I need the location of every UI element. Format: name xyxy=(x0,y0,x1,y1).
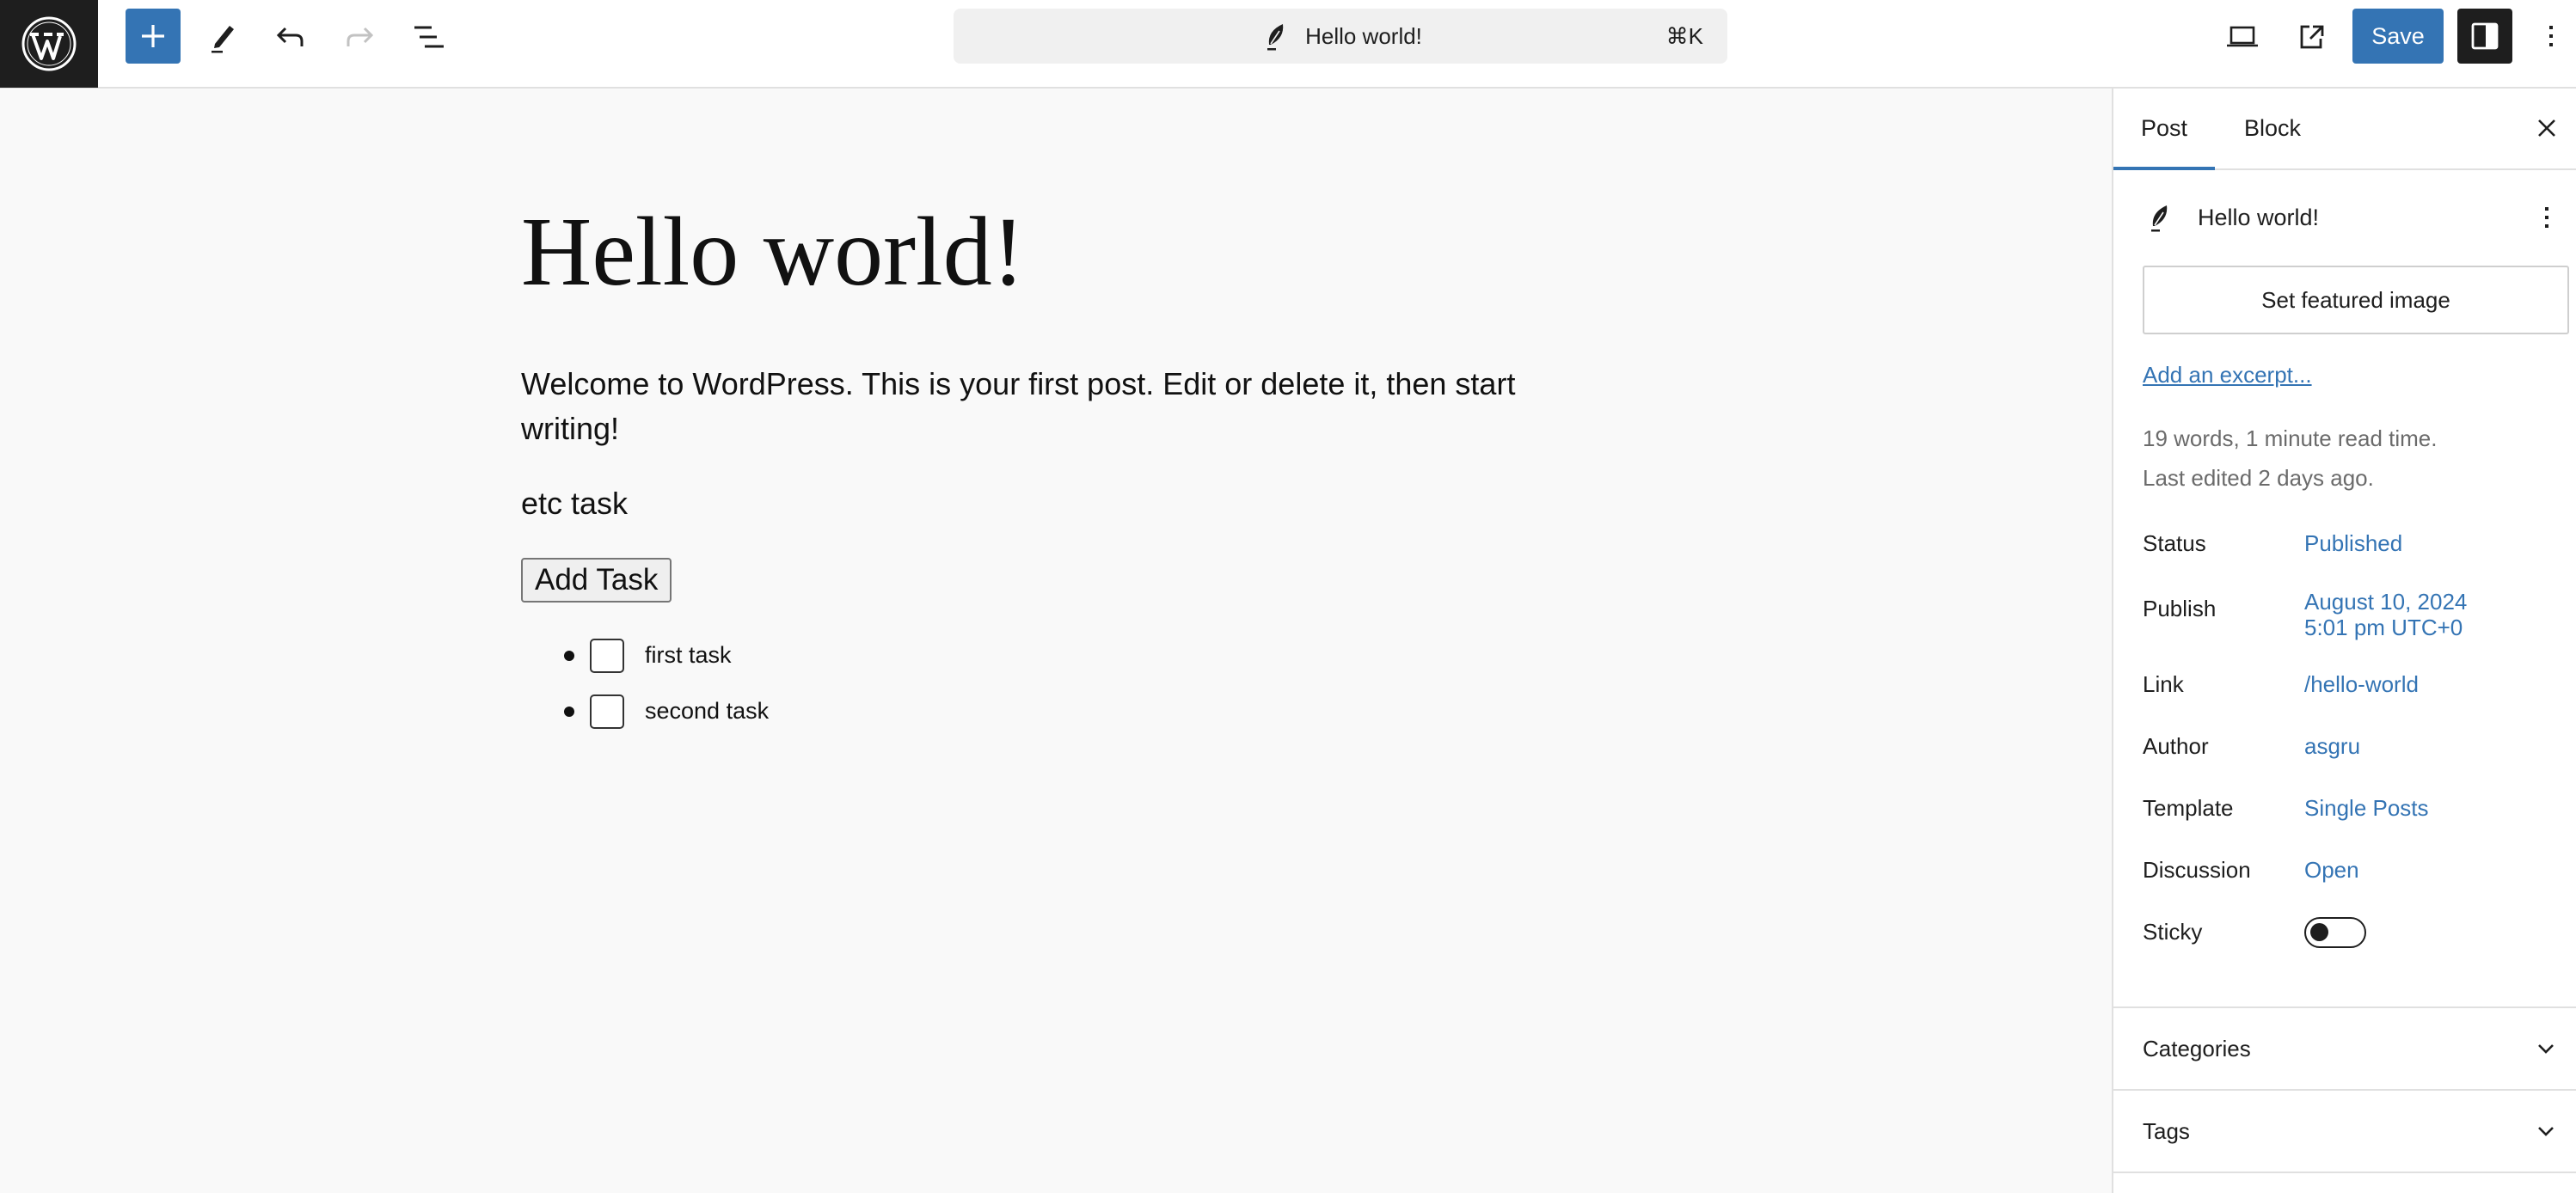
set-featured-image-button[interactable]: Set featured image xyxy=(2143,266,2569,334)
discussion-button[interactable]: Open xyxy=(2304,857,2359,883)
kebab-menu-icon xyxy=(2545,207,2548,228)
template-label: Template xyxy=(2143,795,2234,821)
sticky-toggle[interactable] xyxy=(2304,917,2366,948)
post-title[interactable]: Hello world! xyxy=(521,192,1025,312)
chevron-down-icon xyxy=(2528,1031,2564,1067)
preview-button[interactable] xyxy=(2215,9,2270,64)
sidebar-toggle-icon xyxy=(2471,22,2499,50)
publish-date: August 10, 2024 xyxy=(2304,589,2468,615)
undo-icon xyxy=(276,27,304,46)
options-menu-button[interactable] xyxy=(2526,9,2576,64)
publish-time: 5:01 pm UTC+0 xyxy=(2304,615,2463,640)
post-summary-title: Hello world! xyxy=(2198,204,2320,230)
link-label: Link xyxy=(2143,671,2184,697)
categories-panel-title: Categories xyxy=(2143,1036,2251,1061)
task-checkbox[interactable] xyxy=(590,694,624,729)
list-view-button[interactable] xyxy=(401,9,456,64)
bullet-icon xyxy=(564,706,574,717)
settings-sidebar: Post Block Hello world! Set featured ima… xyxy=(2112,89,2576,1193)
discussion-label: Discussion xyxy=(2143,857,2251,883)
sidebar-tabs: Post Block xyxy=(2113,89,2576,170)
editor-canvas: Hello world! Welcome to WordPress. This … xyxy=(0,89,2112,1193)
paragraph-block[interactable]: Welcome to WordPress. This is your first… xyxy=(521,362,1536,451)
wordpress-logo-button[interactable] xyxy=(0,0,98,88)
list-view-icon xyxy=(414,26,444,48)
categories-panel-toggle[interactable]: Categories xyxy=(2113,1006,2576,1089)
tab-block[interactable]: Block xyxy=(2244,89,2301,168)
post-feather-icon xyxy=(1259,19,1293,53)
paragraph-block[interactable]: etc task xyxy=(521,481,1536,526)
template-button[interactable]: Single Posts xyxy=(2304,795,2429,821)
settings-sidebar-toggle[interactable] xyxy=(2457,9,2512,64)
view-post-button[interactable] xyxy=(2284,9,2339,64)
redo-icon xyxy=(347,27,374,46)
save-button[interactable]: Save xyxy=(2352,9,2444,64)
chevron-down-icon xyxy=(2528,1113,2564,1149)
sticky-label: Sticky xyxy=(2143,919,2203,945)
close-icon xyxy=(2538,119,2555,137)
wordpress-logo-icon xyxy=(21,16,77,71)
task-checkbox[interactable] xyxy=(590,638,624,673)
plus-icon xyxy=(142,25,164,47)
close-sidebar-button[interactable] xyxy=(2526,107,2567,149)
tags-panel-toggle[interactable]: Tags xyxy=(2113,1089,2576,1173)
task-label: first task xyxy=(645,642,732,668)
post-summary-row: Hello world! xyxy=(2143,196,2567,239)
external-link-icon xyxy=(2300,25,2324,49)
pencil-icon xyxy=(212,26,234,53)
editor-header: Hello world! ⌘K Save xyxy=(0,0,2576,89)
laptop-icon xyxy=(2227,26,2258,47)
post-actions-button[interactable] xyxy=(2526,197,2567,238)
keyboard-shortcut-hint: ⌘K xyxy=(1665,23,1703,49)
publish-label: Publish xyxy=(2143,596,2217,621)
task-label: second task xyxy=(645,698,770,724)
undo-button[interactable] xyxy=(263,9,318,64)
add-task-button[interactable]: Add Task xyxy=(521,558,672,603)
author-label: Author xyxy=(2143,733,2209,759)
tools-button[interactable] xyxy=(194,9,249,64)
tags-panel-title: Tags xyxy=(2143,1118,2190,1144)
kebab-menu-icon xyxy=(2549,26,2553,46)
status-label: Status xyxy=(2143,530,2206,556)
last-edited-text: Last edited 2 days ago. xyxy=(2143,465,2374,491)
tab-post[interactable]: Post xyxy=(2113,89,2215,170)
status-value-button[interactable]: Published xyxy=(2304,530,2402,556)
command-bar-title: Hello world! xyxy=(1305,22,1422,49)
post-feather-icon xyxy=(2143,200,2177,235)
permalink-button[interactable]: /hello-world xyxy=(2304,671,2419,697)
post-stats: 19 words, 1 minute read time. Last edite… xyxy=(2143,419,2438,498)
command-palette-button[interactable]: Hello world! ⌘K xyxy=(954,9,1727,64)
block-inserter-button[interactable] xyxy=(126,9,181,64)
word-count-text: 19 words, 1 minute read time. xyxy=(2143,425,2438,451)
redo-button[interactable] xyxy=(332,9,387,64)
author-button[interactable]: asgru xyxy=(2304,733,2360,759)
add-excerpt-link[interactable]: Add an excerpt... xyxy=(2143,362,2312,388)
publish-date-button[interactable]: August 10, 2024 5:01 pm UTC+0 xyxy=(2304,589,2467,640)
bullet-icon xyxy=(564,650,574,661)
